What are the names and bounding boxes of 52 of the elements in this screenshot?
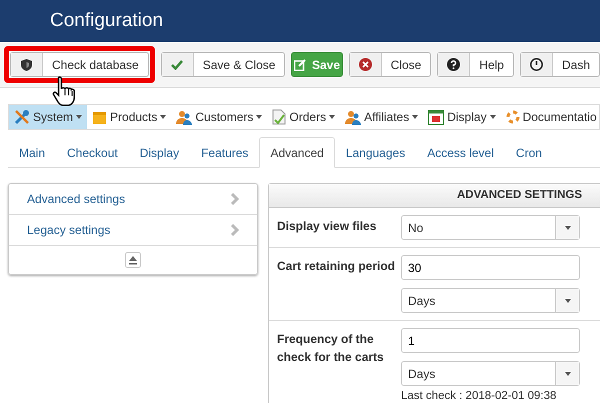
field-label: Display view files — [277, 218, 378, 235]
box-icon — [92, 110, 108, 124]
menu-item[interactable]: Orders — [267, 105, 340, 129]
help-icon — [447, 58, 460, 71]
tools-icon — [14, 109, 30, 125]
shield-icon — [21, 58, 32, 70]
panel-title: ADVANCED SETTINGS — [269, 184, 600, 208]
cancel-icon — [358, 58, 372, 71]
lifebuoy-icon — [506, 110, 520, 124]
collapse-icon[interactable] — [125, 252, 141, 268]
people-icon — [176, 110, 192, 124]
tab[interactable]: Cron — [504, 137, 553, 168]
edit-icon — [294, 58, 306, 70]
field-label: Frequency of the check for the carts — [277, 331, 385, 366]
toolbar-button[interactable]: Help — [437, 52, 514, 77]
tab[interactable]: Languages — [334, 137, 416, 168]
tab[interactable]: Features — [190, 137, 260, 168]
last-check-text: Last check : 2018-02-01 09:38 — [401, 389, 558, 403]
dropdown-caret-icon — [564, 372, 570, 376]
menu-item[interactable]: Customers — [171, 105, 268, 129]
menu-item[interactable]: Display — [423, 105, 501, 129]
tab[interactable]: Display — [128, 137, 190, 168]
menu-item[interactable]: Affiliates — [340, 105, 424, 129]
tab[interactable]: Access level — [416, 137, 505, 168]
chevron-icon — [231, 224, 239, 236]
select-field[interactable]: Days — [401, 288, 580, 313]
people-icon — [345, 110, 362, 124]
check-icon — [171, 60, 184, 70]
toolbar-button[interactable]: Close — [348, 52, 432, 77]
select-field[interactable]: Days — [401, 361, 580, 386]
tab[interactable]: Main — [8, 137, 56, 168]
toolbar-button[interactable]: Check database — [10, 52, 149, 77]
page-title: Configuration — [50, 10, 164, 32]
dropdown-caret-icon — [564, 298, 570, 302]
sidebar-item[interactable]: Advanced settings — [9, 184, 257, 215]
dropdown-caret-icon — [564, 226, 570, 230]
input-field[interactable]: 1 — [401, 328, 580, 353]
document-icon — [272, 109, 286, 125]
toolbar-button[interactable]: Save & Close — [160, 52, 286, 77]
select-field[interactable]: No — [401, 215, 580, 240]
chevron-icon — [231, 193, 239, 205]
tab[interactable]: Checkout — [56, 137, 129, 168]
input-field[interactable]: 30 — [401, 255, 580, 280]
menu-item[interactable]: System — [9, 105, 88, 129]
window-icon — [428, 110, 444, 124]
tab[interactable]: Advanced — [259, 137, 335, 168]
menu-item[interactable]: Documentatio — [500, 105, 599, 129]
field-label: Cart retaining period — [277, 258, 396, 275]
sidebar-item[interactable]: Legacy settings — [9, 215, 257, 246]
gauge-icon — [530, 58, 543, 71]
menu-item[interactable]: Products — [87, 105, 172, 129]
toolbar-button[interactable]: Dash — [520, 52, 600, 77]
